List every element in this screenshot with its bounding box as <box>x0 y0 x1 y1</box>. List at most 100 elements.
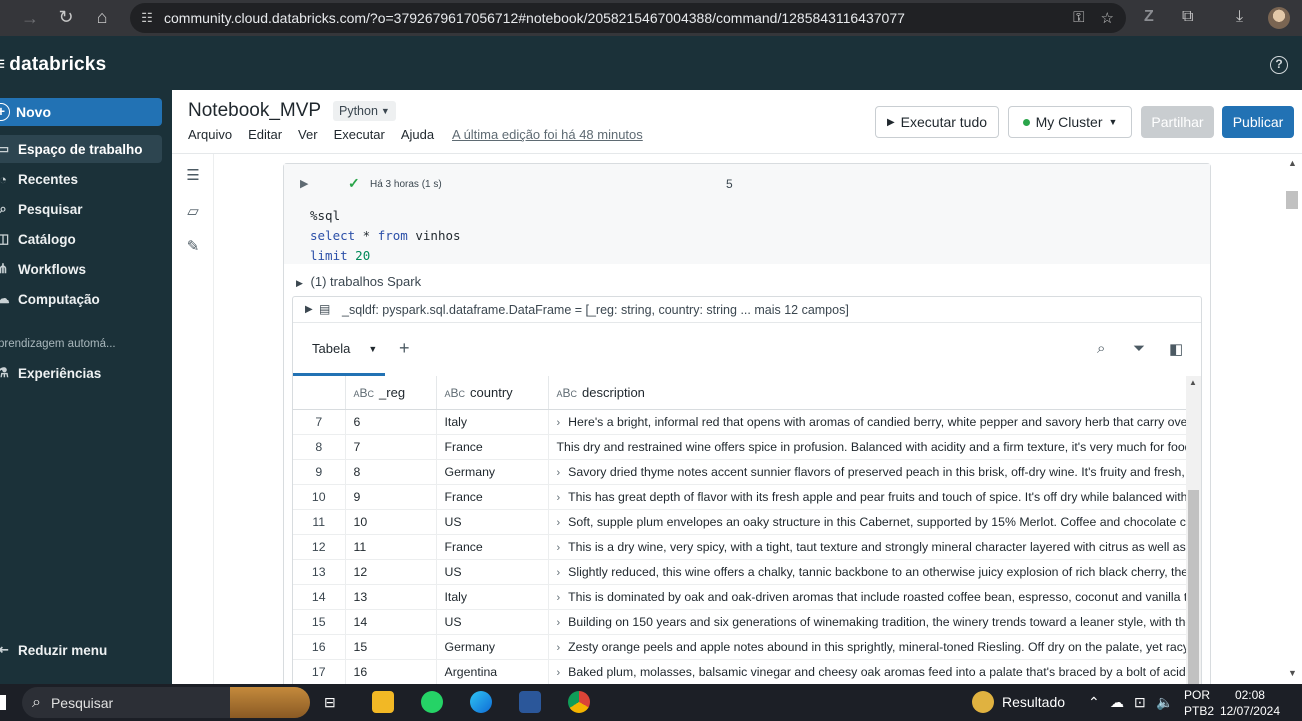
cell-country[interactable]: France <box>436 434 549 460</box>
page-scrollbar[interactable]: ▲ ▼ <box>1282 154 1302 684</box>
cell-country[interactable]: France <box>436 484 549 510</box>
sidebar-item-catalog[interactable]: ◫ Catálogo <box>0 225 162 253</box>
table-scrollbar[interactable]: ▲ <box>1186 376 1201 684</box>
volume-icon[interactable]: 🔈 <box>1156 694 1173 711</box>
cell-country[interactable]: US <box>436 559 549 585</box>
cluster-selector[interactable]: My Cluster ▼ <box>1008 106 1132 138</box>
notebook-title[interactable]: Notebook_MVP <box>188 100 321 122</box>
expand-chevron-icon[interactable]: › <box>557 492 561 504</box>
scroll-up-icon[interactable]: ▲ <box>1288 158 1297 168</box>
onedrive-icon[interactable]: ☁ <box>1110 694 1124 711</box>
cell-reg[interactable]: 12 <box>345 559 437 585</box>
cell-reg[interactable]: 8 <box>345 459 437 485</box>
expand-chevron-icon[interactable]: › <box>557 542 561 554</box>
cell-description[interactable]: › Here's a bright, informal red that open… <box>548 409 1187 435</box>
cell-description[interactable]: This dry and restrained wine offers spic… <box>548 434 1187 460</box>
windows-start-icon[interactable] <box>0 695 6 710</box>
last-edit-link[interactable]: A última edição foi há 48 minutos <box>452 127 643 142</box>
table-row[interactable]: 10 9 France › This has great depth of flavor… <box>293 484 1187 510</box>
profile-avatar[interactable] <box>1268 7 1290 29</box>
edge-icon[interactable] <box>470 691 492 713</box>
expand-chevron-icon[interactable]: › <box>557 667 561 679</box>
spark-jobs-toggle[interactable]: ▶ (1) trabalhos Spark <box>296 274 421 289</box>
cell-reg[interactable]: 15 <box>345 634 437 660</box>
scroll-down-icon[interactable]: ▼ <box>1288 668 1297 678</box>
cell-description[interactable]: › This is a dry wine, very spicy, with a … <box>548 534 1187 560</box>
word-icon[interactable] <box>519 691 541 713</box>
sidebar-item-compute[interactable]: ☁ Computação <box>0 285 162 313</box>
cell-country[interactable]: France <box>436 534 549 560</box>
expand-chevron-icon[interactable]: › <box>557 417 561 429</box>
home-icon[interactable]: ⌂ <box>84 7 120 28</box>
table-row[interactable]: 7 6 Italy › Here's a bright, informal red th… <box>293 409 1187 435</box>
share-button[interactable]: Partilhar <box>1141 106 1214 138</box>
reload-icon[interactable]: ↻ <box>48 7 84 28</box>
sidebar-item-experiments[interactable]: ⚗ Experiências <box>0 359 162 387</box>
filter-icon[interactable]: ⏷ <box>1133 340 1145 357</box>
column-header-reg[interactable]: ABC _reg <box>345 376 437 410</box>
sidebar-item-workflows[interactable]: ⋔ Workflows <box>0 255 162 283</box>
tab-table[interactable]: Tabela ▼ <box>293 324 385 376</box>
scroll-up-icon[interactable]: ▲ <box>1189 378 1197 387</box>
cell-description[interactable]: › Baked plum, molasses, balsamic vinegar … <box>548 659 1187 684</box>
cell-description[interactable]: › Soft, supple plum envelopes an oaky str… <box>548 509 1187 535</box>
cell-reg[interactable]: 14 <box>345 609 437 635</box>
cell-reg[interactable]: 6 <box>345 409 437 435</box>
weather-label[interactable]: Resultado <box>1002 694 1065 710</box>
table-row[interactable]: 13 12 US › Slightly reduced, this wine offer… <box>293 559 1187 585</box>
sidebar-item-workspace[interactable]: ▭ Espaço de trabalho <box>0 135 162 163</box>
expand-chevron-icon[interactable]: › <box>557 567 561 579</box>
publish-button[interactable]: Publicar <box>1222 106 1294 138</box>
forward-icon[interactable]: → <box>12 8 48 29</box>
task-view-icon[interactable]: ⊟ <box>324 694 336 711</box>
table-of-contents-icon[interactable]: ☰ <box>184 166 202 184</box>
scrollbar-thumb[interactable] <box>1286 191 1298 209</box>
databricks-logo[interactable]: ≡databricks <box>0 54 106 76</box>
cell-country[interactable]: Germany <box>436 459 549 485</box>
table-row[interactable]: 12 11 France › This is a dry wine, very spic… <box>293 534 1187 560</box>
cell-country[interactable]: Argentina <box>436 659 549 684</box>
run-cell-icon[interactable]: ▶ <box>300 177 308 190</box>
collapse-menu-button[interactable]: ⇤ Reduzir menu <box>0 642 107 658</box>
input-language[interactable]: POR PTB2 <box>1184 687 1214 719</box>
language-selector[interactable]: Python ▼ <box>333 101 396 121</box>
assistant-icon[interactable]: ✎ <box>184 237 202 255</box>
cell-description[interactable]: › This is dominated by oak and oak-driven… <box>548 584 1187 610</box>
url-text[interactable]: community.cloud.databricks.com/?o=379267… <box>164 10 905 26</box>
table-row[interactable]: 16 15 Germany › Zesty orange peels and apple… <box>293 634 1187 660</box>
cell-country[interactable]: Italy <box>436 409 549 435</box>
cell-reg[interactable]: 11 <box>345 534 437 560</box>
network-icon[interactable]: ⊡ <box>1134 694 1146 711</box>
new-button[interactable]: + Novo <box>0 98 162 126</box>
cell-reg[interactable]: 7 <box>345 434 437 460</box>
cell-description[interactable]: › This has great depth of flavor with its… <box>548 484 1187 510</box>
search-icon[interactable]: ⌕ <box>1097 340 1105 357</box>
extension-z-icon[interactable]: Z <box>1144 8 1154 26</box>
file-explorer-icon[interactable] <box>372 691 394 713</box>
menu-run[interactable]: Executar <box>334 127 385 142</box>
key-icon[interactable]: ⚿ <box>1073 9 1084 27</box>
menu-file[interactable]: Arquivo <box>188 127 232 142</box>
cell-reg[interactable]: 9 <box>345 484 437 510</box>
table-row[interactable]: 8 7 France This dry and restrained wine off… <box>293 434 1187 460</box>
cell-description[interactable]: › Building on 150 years and six generatio… <box>548 609 1187 635</box>
extensions-puzzle-icon[interactable]: ⧉ <box>1182 8 1193 26</box>
help-icon[interactable]: ? <box>1270 56 1288 74</box>
folder-icon[interactable]: ▱ <box>184 202 202 220</box>
run-all-button[interactable]: ▶ Executar tudo <box>875 106 999 138</box>
cell-description[interactable]: › Zesty orange peels and apple notes abou… <box>548 634 1187 660</box>
taskbar-search[interactable]: ⌕ Pesquisar <box>22 687 310 718</box>
bookmark-star-icon[interactable]: ☆ <box>1101 9 1114 27</box>
cell-country[interactable]: US <box>436 609 549 635</box>
table-row[interactable]: 9 8 Germany › Savory dried thyme notes accen… <box>293 459 1187 485</box>
chrome-icon[interactable] <box>568 691 590 713</box>
cell-country[interactable]: US <box>436 509 549 535</box>
expand-chevron-icon[interactable]: › <box>557 592 561 604</box>
cell-country[interactable]: Germany <box>436 634 549 660</box>
add-visualization-icon[interactable]: + <box>399 338 410 359</box>
cell-description[interactable]: › Slightly reduced, this wine offers a ch… <box>548 559 1187 585</box>
menu-edit[interactable]: Editar <box>248 127 282 142</box>
dataframe-schema-toggle[interactable]: ▶ ▤ _sqldf: pyspark.sql.dataframe.DataFr… <box>293 297 1201 323</box>
cell-reg[interactable]: 13 <box>345 584 437 610</box>
download-icon[interactable]: ⤓ <box>1236 8 1243 26</box>
